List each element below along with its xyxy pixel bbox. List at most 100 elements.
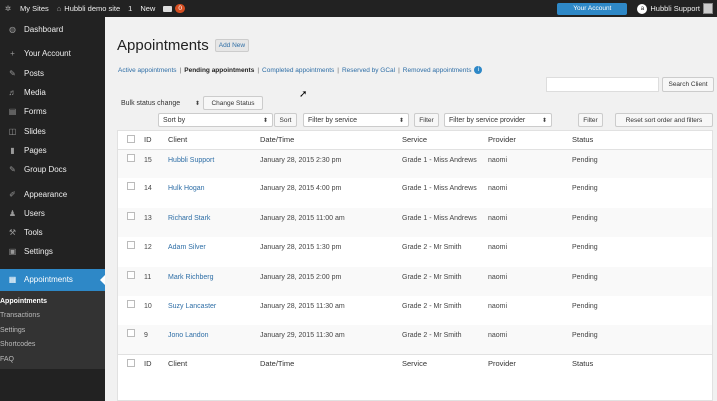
- filter-link-reserved-by-gcal[interactable]: Reserved by GCal: [342, 67, 395, 74]
- site-name-menu[interactable]: ⌂ Hubbli demo site: [53, 0, 124, 17]
- wordpress-logo-icon[interactable]: ✲: [0, 0, 16, 17]
- cell-client: Adam Silver: [168, 237, 260, 266]
- submenu-item-settings[interactable]: Settings: [0, 324, 105, 339]
- footer-header-id[interactable]: ID: [140, 354, 168, 373]
- cell-client: Hubbli Support: [168, 149, 260, 178]
- sidebar-item-forms[interactable]: ▤ Forms: [0, 102, 105, 121]
- sidebar-item-slides[interactable]: ◫ Slides: [0, 121, 105, 140]
- sort-button[interactable]: Sort: [274, 113, 297, 127]
- select-all-footer-checkbox[interactable]: [127, 358, 135, 367]
- cell-provider: naomi: [488, 273, 508, 281]
- footer-header-datetime[interactable]: Date/Time: [260, 354, 402, 373]
- row-checkbox[interactable]: [127, 299, 135, 308]
- sidebar-item-your-account[interactable]: + Your Account: [0, 44, 105, 63]
- sidebar-item-settings[interactable]: ▣ Settings: [0, 242, 105, 261]
- search-client-input[interactable]: [546, 77, 659, 92]
- client-link[interactable]: Suzy Lancaster: [168, 303, 216, 310]
- sidebar-item-tools[interactable]: ⚒ Tools: [0, 223, 105, 242]
- cell-id: 13: [144, 214, 152, 222]
- your-account-button[interactable]: Your Account: [557, 2, 628, 15]
- cell-id: 15: [144, 156, 152, 164]
- row-checkbox[interactable]: [127, 211, 135, 220]
- sidebar-item-label: Users: [24, 208, 45, 218]
- cell-service: Grade 1 - Miss Andrews: [402, 185, 477, 193]
- cell-service: Grade 2 - Mr Smith: [402, 302, 462, 310]
- submenu-item-appointments[interactable]: Appointments: [0, 295, 105, 310]
- cell-status: Pending: [572, 244, 598, 252]
- client-link[interactable]: Mark Richberg: [168, 274, 214, 281]
- row-checkbox[interactable]: [127, 153, 135, 162]
- filter-separator: |: [179, 66, 182, 74]
- service-filter-select[interactable]: Filter by service ⬍: [303, 113, 409, 127]
- sidebar-item-appointments[interactable]: ▦ Appointments: [0, 268, 105, 291]
- cell-datetime: January 29, 2015 11:30 am: [260, 332, 345, 340]
- cell-client: Suzy Lancaster: [168, 296, 260, 325]
- footer-header-client[interactable]: Client: [168, 354, 260, 373]
- sort-by-select[interactable]: Sort by ⬍: [158, 113, 273, 127]
- row-checkbox[interactable]: [127, 329, 135, 338]
- sidebar-item-dashboard[interactable]: ◍ Dashboard: [0, 20, 105, 39]
- client-link[interactable]: Richard Stark: [168, 215, 210, 222]
- filter-service-button[interactable]: Filter: [414, 113, 439, 127]
- filter-link-active-appointments[interactable]: Active appointments: [118, 67, 177, 74]
- client-link[interactable]: Jono Landon: [168, 332, 208, 339]
- change-status-button[interactable]: Change Status: [203, 96, 263, 110]
- sidebar-item-label: Tools: [24, 228, 43, 238]
- my-sites-menu[interactable]: My Sites: [16, 0, 53, 17]
- submenu-item-transactions[interactable]: Transactions: [0, 309, 105, 324]
- column-header-client[interactable]: Client: [168, 131, 260, 150]
- sidebar-item-pages[interactable]: ▮ Pages: [0, 141, 105, 160]
- column-header-service[interactable]: Service: [402, 131, 488, 150]
- row-checkbox[interactable]: [127, 182, 135, 191]
- column-header-id[interactable]: ID: [140, 131, 168, 150]
- filter-provider-button[interactable]: Filter: [578, 113, 603, 127]
- submenu-item-shortcodes[interactable]: Shortcodes: [0, 338, 105, 353]
- row-checkbox[interactable]: [127, 241, 135, 250]
- search-client-button[interactable]: Search Client: [662, 77, 714, 92]
- filter-link-completed-appointments[interactable]: Completed appointments: [262, 67, 334, 74]
- row-checkbox[interactable]: [127, 270, 135, 279]
- client-link[interactable]: Hulk Hogan: [168, 185, 205, 192]
- user-account-menu[interactable]: a Hubbli Support: [633, 0, 717, 17]
- adminbar-right: Your Account a Hubbli Support: [557, 0, 717, 17]
- cell-service: Grade 1 - Miss Andrews: [402, 156, 477, 164]
- reset-sort-filters-button[interactable]: Reset sort order and filters: [615, 113, 713, 127]
- client-link[interactable]: Adam Silver: [168, 244, 206, 251]
- comments-menu[interactable]: 0: [159, 0, 189, 17]
- filter-link-removed-appointments[interactable]: Removed appointments: [403, 67, 472, 74]
- sidebar-item-media[interactable]: ♬ Media: [0, 83, 105, 102]
- pages-icon: ▮: [10, 145, 15, 155]
- select-all-checkbox[interactable]: [127, 134, 135, 143]
- sort-by-value: Sort by: [163, 116, 186, 124]
- select-arrows-icon: ⬍: [262, 117, 268, 124]
- sidebar-item-label: Appointments: [24, 275, 73, 285]
- sidebar-item-users[interactable]: ♟ Users: [0, 204, 105, 223]
- column-header-provider[interactable]: Provider: [488, 131, 572, 150]
- cell-service: Grade 1 - Miss Andrews: [402, 214, 477, 222]
- client-link[interactable]: Hubbli Support: [168, 157, 214, 164]
- updates-menu[interactable]: 1: [124, 0, 136, 17]
- cell-service: Grade 2 - Mr Smith: [402, 332, 462, 340]
- column-header-datetime[interactable]: Date/Time: [260, 131, 402, 150]
- table-footer-row: ID Client Date/Time Service Provider Sta…: [118, 354, 712, 373]
- footer-header-service[interactable]: Service: [402, 354, 488, 373]
- mouse-cursor-icon: ➚: [299, 89, 308, 100]
- table-header-row: ID Client Date/Time Service Provider Sta…: [118, 131, 712, 150]
- info-icon[interactable]: i: [474, 66, 483, 74]
- provider-filter-select[interactable]: Filter by service provider ⬍: [444, 113, 552, 127]
- footer-header-provider[interactable]: Provider: [488, 354, 572, 373]
- user-avatar-icon: a: [637, 3, 648, 14]
- submenu-item-faq[interactable]: FAQ: [0, 353, 105, 368]
- sidebar-item-group-docs[interactable]: ✎ Group Docs: [0, 160, 105, 179]
- column-header-status[interactable]: Status: [572, 131, 712, 150]
- new-content-menu[interactable]: New: [136, 0, 159, 17]
- sidebar-item-posts[interactable]: ✎ Posts: [0, 64, 105, 83]
- cell-status: Pending: [572, 214, 598, 222]
- footer-header-status[interactable]: Status: [572, 354, 712, 373]
- cell-provider: naomi: [488, 244, 508, 252]
- sidebar-item-appearance[interactable]: ✐ Appearance: [0, 184, 105, 203]
- filter-link-pending-appointments[interactable]: Pending appointments: [184, 67, 254, 74]
- bulk-status-select[interactable]: Bulk status change ⬍: [117, 96, 205, 110]
- add-new-button[interactable]: Add New: [214, 39, 250, 52]
- pin-icon: ✎: [9, 68, 16, 78]
